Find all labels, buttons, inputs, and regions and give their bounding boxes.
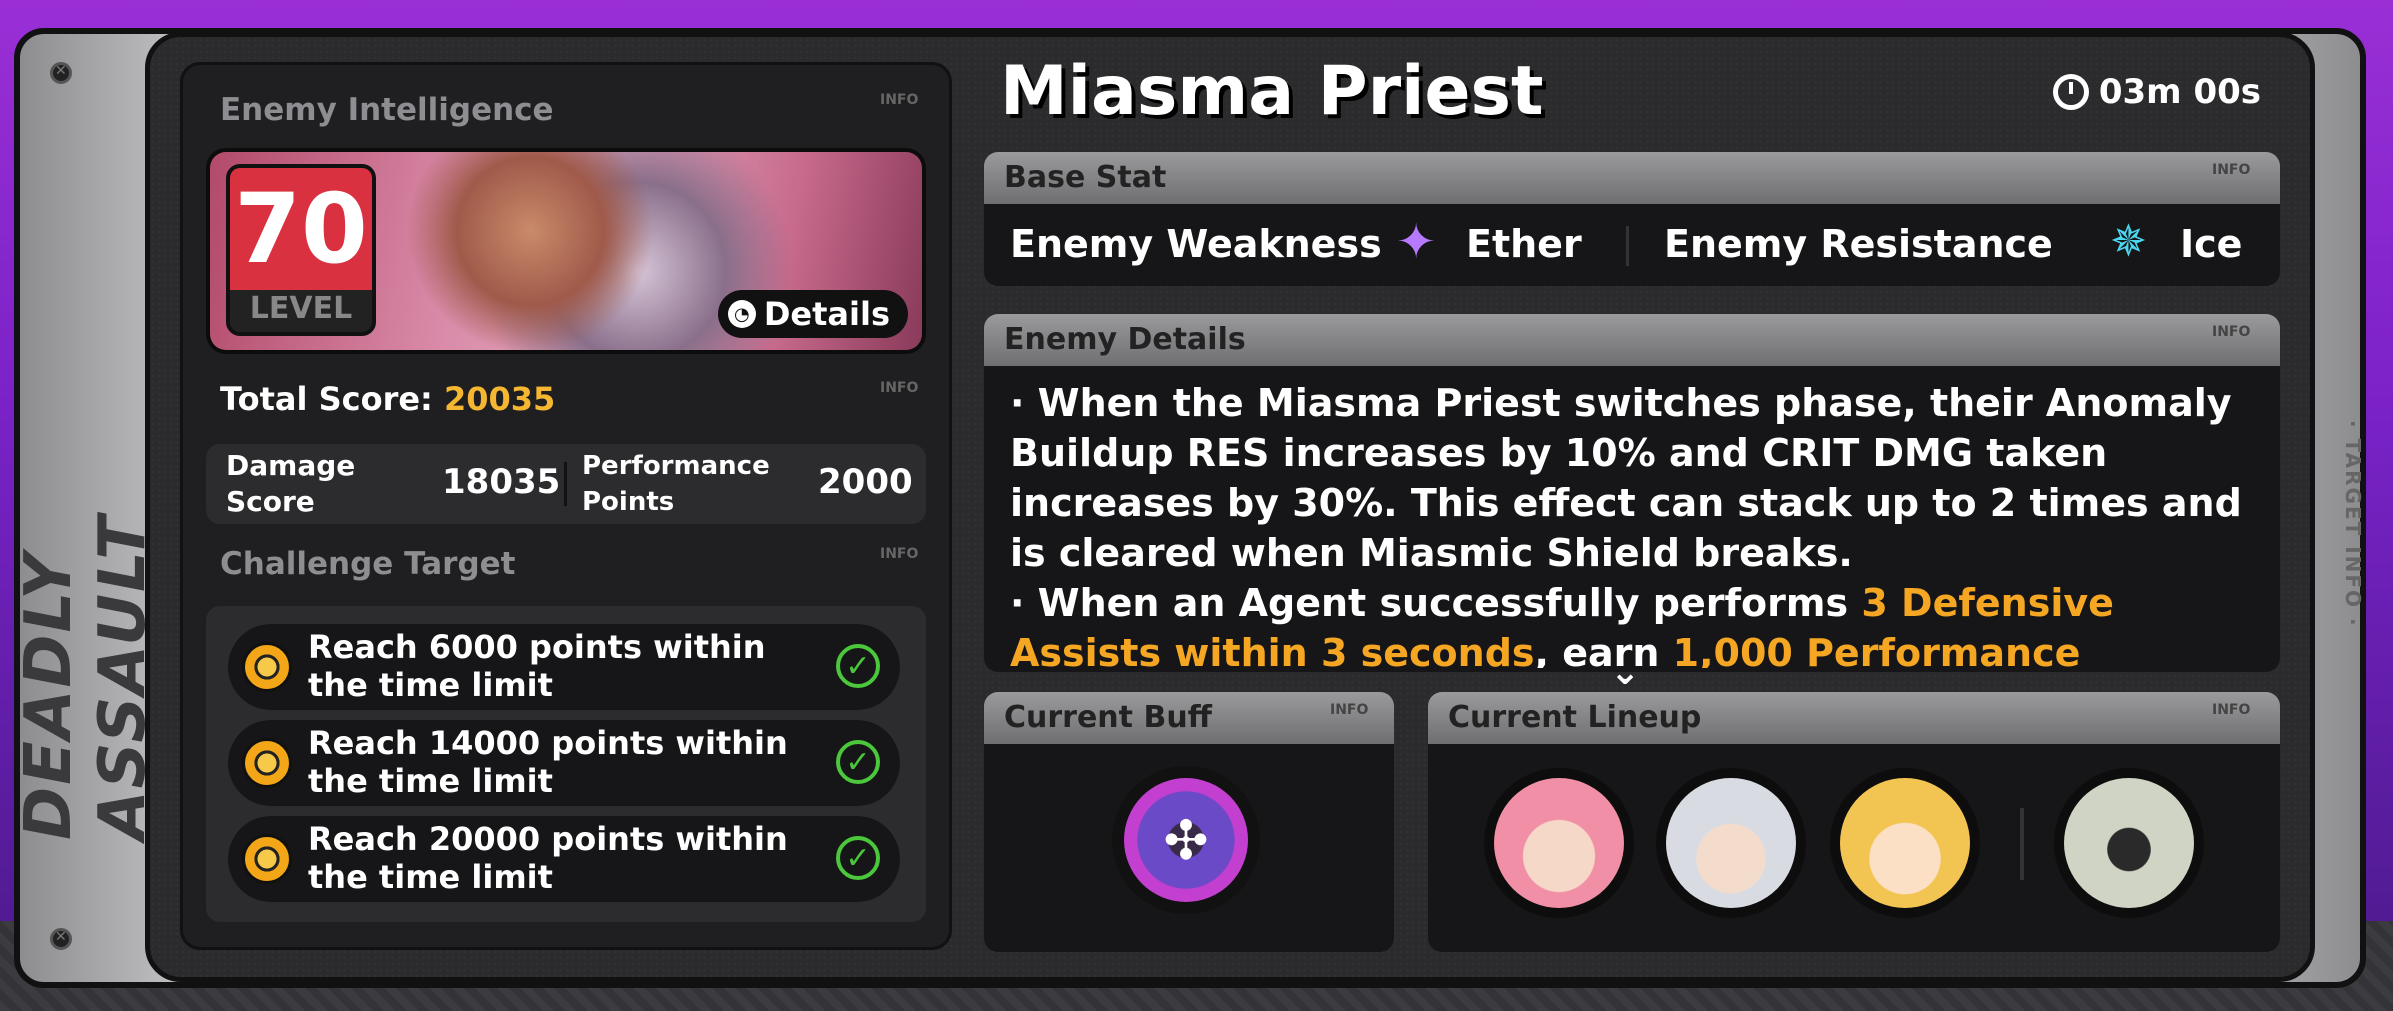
level-badge: 70 LEVEL [226,164,376,336]
weakness-label: Enemy Weakness [1010,222,1382,266]
buff-header: Current Buff [984,692,1394,744]
side-bar-left: DEADLY ASSAULT [12,40,160,980]
screw-icon [50,928,72,950]
resistance-label: Enemy Resistance [1664,222,2053,266]
buff-title: Current Buff [1004,700,1212,735]
details-text: · When the Miasma Priest switches phase,… [1010,378,2250,668]
base-stat-title: Base Stat [1004,160,1167,195]
screw-icon [50,62,72,84]
intel-title: Enemy Intelligence [220,92,554,128]
details-header: Enemy Details [984,314,2280,366]
enemy-card[interactable]: 70 LEVEL ◔ Details [206,148,926,354]
challenge-item: Reach 14000 points within the time limit… [228,720,900,806]
agent-avatar[interactable] [1656,768,1806,918]
ether-icon: ✦ [1396,214,1437,270]
info-tag[interactable]: INFO [1330,702,1368,718]
divider [564,462,567,506]
weakness-value: Ether [1466,222,1582,266]
details-button[interactable]: ◔ Details [717,290,908,338]
score-breakdown: Damage Score 18035 Performance Points 20… [206,444,926,524]
timer: 03m 00s [2052,72,2261,112]
challenge-text: Reach 14000 points within the time limit [308,724,788,800]
damage-score-label: Damage Score [226,449,356,518]
info-tag[interactable]: INFO [2212,702,2250,718]
scroll-down-icon[interactable]: ⌄ [1610,652,1640,693]
level-label: LEVEL [249,291,353,326]
side-label: DEADLY ASSAULT [12,514,160,840]
enemy-name: Miasma Priest [1000,52,1544,131]
timer-value: 03m 00s [2098,72,2261,112]
total-score-value: 20035 [443,380,556,418]
details-label: Details [763,295,890,333]
challenge-text: Reach 20000 points within the time limit [308,820,788,896]
info-tag[interactable]: INFO [880,92,918,108]
challenge-title: Challenge Target [220,546,516,582]
agent-portrait [1666,778,1796,908]
challenge-item: Reach 20000 points within the time limit… [228,816,900,902]
damage-score-value: 18035 [442,462,561,502]
bangboo-avatar[interactable] [2054,768,2204,918]
check-icon: ✓ [836,740,880,784]
medal-icon [242,642,292,692]
performance-value: 2000 [818,462,913,502]
total-score-label: Total Score: [220,380,433,418]
agent-portrait [1840,778,1970,908]
info-tag[interactable]: INFO [880,546,918,562]
level-number: 70 [230,168,372,290]
performance-label: Performance Points [582,451,770,517]
buff-button[interactable]: ✣ [1112,766,1260,914]
info-tag[interactable]: INFO [880,380,918,396]
challenge-item: Reach 6000 points within the time limit … [228,624,900,710]
timer-icon [2052,74,2089,110]
medal-icon [242,738,292,788]
details-title: Enemy Details [1004,322,1246,357]
info-tag[interactable]: INFO [2212,162,2250,178]
lineup-header: Current Lineup [1428,692,2280,744]
agent-avatar[interactable] [1830,768,1980,918]
buff-icon: ✣ [1124,778,1248,902]
divider [2020,808,2024,880]
challenge-text: Reach 6000 points within the time limit [308,628,766,704]
check-icon: ✓ [836,644,880,688]
agent-avatar[interactable] [1484,768,1634,918]
bangboo-portrait [2064,778,2194,908]
medal-icon [242,834,292,884]
resistance-value: Ice [2180,222,2243,266]
base-stat-header: Base Stat [984,152,2280,204]
info-tag[interactable]: INFO [2212,324,2250,340]
agent-portrait [1494,778,1624,908]
ice-icon: ✵ [2110,216,2147,267]
side-label-right: · TARGET INFO · [2341,420,2365,628]
divider [1626,226,1629,266]
total-score: Total Score: 20035 [220,380,555,418]
details-icon: ◔ [727,300,756,328]
details-paragraph: · When the Miasma Priest switches phase,… [1010,381,2242,575]
check-icon: ✓ [836,836,880,880]
lineup-title: Current Lineup [1448,700,1702,735]
